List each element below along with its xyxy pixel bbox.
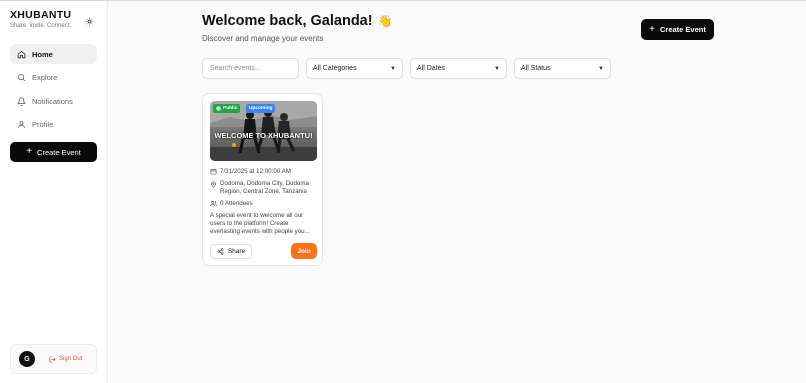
plus-icon: +: [26, 146, 33, 157]
theme-toggle-button[interactable]: [82, 14, 96, 28]
sidebar-item-label: Explore: [32, 73, 58, 82]
welcome-text: Welcome back, Galanda!: [202, 13, 373, 29]
sidebar: XHUBANTU Share. Invite. Connect. Home Ex…: [0, 1, 108, 383]
sidebar-item-profile[interactable]: Profile: [10, 115, 97, 135]
sidebar-nav: Home Explore Notifications Profile: [10, 44, 97, 138]
brand-name: XHUBANTU: [10, 9, 72, 21]
create-event-button[interactable]: + Create Event: [641, 19, 714, 40]
calendar-icon: [210, 168, 217, 175]
chevron-down-icon: ▼: [598, 65, 604, 72]
image-caption: WELCOME TO XHUBANTU!: [214, 131, 313, 140]
wave-icon: 👋: [377, 14, 393, 28]
share-label: Share: [227, 248, 246, 255]
event-location: Dodoma, Dodoma City, Dodoma Region, Cent…: [210, 180, 320, 196]
globe-icon: [216, 106, 221, 111]
chevron-down-icon: ▼: [494, 65, 500, 72]
sign-out-button[interactable]: Sign Out: [49, 356, 82, 363]
user-panel: G Sign Out: [10, 344, 97, 374]
sidebar-item-label: Home: [32, 49, 53, 59]
sidebar-item-explore[interactable]: Explore: [10, 68, 97, 88]
home-icon: [17, 50, 26, 58]
brand: XHUBANTU Share. Invite. Connect.: [10, 9, 71, 29]
share-icon: [217, 248, 224, 255]
sidebar-item-label: Notifications: [32, 96, 73, 106]
logout-icon: [49, 356, 56, 362]
sidebar-create-event-button[interactable]: + Create Event: [10, 142, 97, 162]
status-select[interactable]: All Status ▼: [514, 58, 611, 79]
event-location-text: Dodoma, Dodoma City, Dodoma Region, Cent…: [220, 180, 309, 195]
event-description: A special event to welcome all our users…: [210, 212, 310, 236]
chevron-down-icon: ▼: [390, 65, 396, 72]
status-value: All Status: [521, 65, 551, 72]
search-input[interactable]: Search events...: [202, 58, 299, 79]
bell-icon: [17, 96, 26, 106]
page-title: Welcome back, Galanda! 👋: [202, 13, 393, 29]
event-datetime-text: 7/31/2025 at 12:00:00 AM: [220, 168, 291, 175]
event-datetime: 7/31/2025 at 12:00:00 AM: [210, 168, 291, 175]
dates-value: All Dates: [417, 65, 446, 72]
map-pin-icon: [211, 181, 216, 188]
sidebar-item-notifications[interactable]: Notifications: [10, 91, 97, 111]
search-icon: [18, 74, 26, 82]
user-icon: [18, 121, 25, 128]
dates-select[interactable]: All Dates ▼: [410, 58, 507, 79]
brand-tagline: Share. Invite. Connect.: [10, 23, 72, 29]
event-card[interactable]: Public Upcoming WELCOME TO XHUBANTU! 7/3…: [202, 93, 323, 266]
event-attendees-text: 0 Attendees: [220, 200, 253, 207]
users-icon: [210, 201, 217, 207]
category-value: All Categories: [313, 65, 357, 72]
share-button[interactable]: Share: [210, 244, 252, 259]
sidebar-item-home[interactable]: Home: [10, 44, 97, 64]
avatar[interactable]: G: [19, 351, 35, 367]
category-select[interactable]: All Categories ▼: [306, 58, 403, 79]
sun-icon: [85, 17, 93, 25]
create-event-label: Create Event: [659, 25, 706, 34]
plus-icon: +: [649, 23, 655, 35]
page-subtitle: Discover and manage your events: [202, 34, 324, 43]
upcoming-badge: Upcoming: [246, 104, 276, 113]
join-button[interactable]: Join: [291, 243, 317, 259]
public-badge-label: Public: [223, 106, 238, 111]
public-badge: Public: [213, 104, 241, 113]
create-event-label: Create Event: [37, 147, 81, 157]
sidebar-item-label: Profile: [32, 120, 54, 129]
event-attendees: 0 Attendees: [210, 200, 253, 207]
event-image: Public Upcoming WELCOME TO XHUBANTU!: [210, 101, 317, 161]
sign-out-label: Sign Out: [59, 356, 83, 362]
